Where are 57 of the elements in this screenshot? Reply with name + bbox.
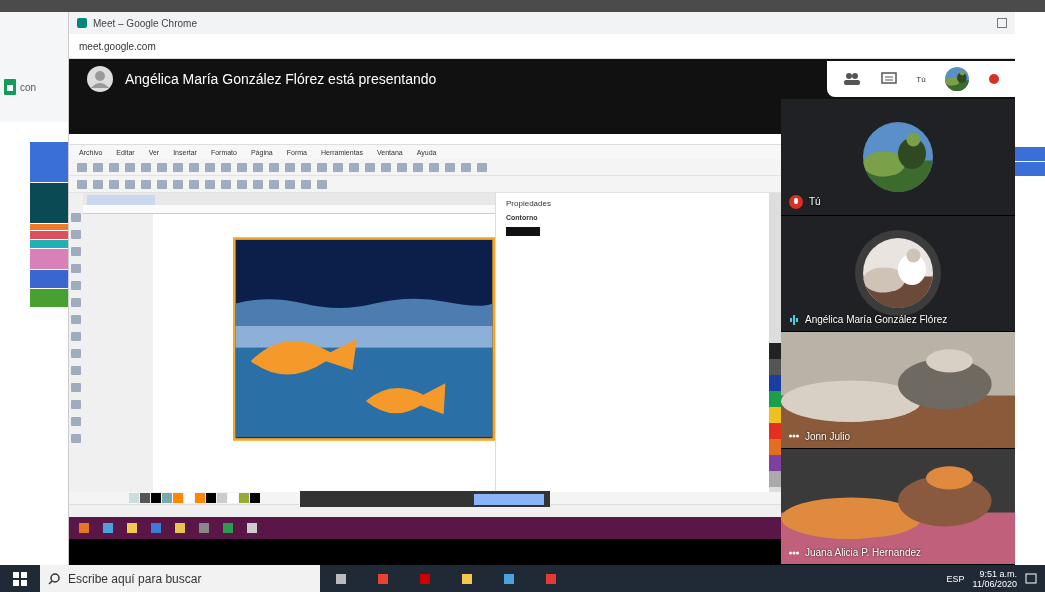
chat-icon[interactable] [880, 72, 897, 86]
palette-swatch[interactable] [206, 493, 216, 503]
panel-title: Propiedades [506, 199, 552, 208]
maximize-button[interactable] [997, 18, 1007, 28]
palette-swatch[interactable] [769, 359, 781, 375]
colored-cell [30, 142, 68, 182]
avatar-icon [87, 66, 113, 92]
colored-cell [30, 289, 68, 307]
mic-off-icon [789, 194, 803, 209]
presenter-label: Angélica María González Flórez está presentando [125, 71, 437, 87]
palette-swatch[interactable] [217, 493, 227, 503]
windows-icon[interactable] [13, 571, 27, 586]
palette-swatch[interactable] [769, 407, 781, 423]
self-label: Tú [916, 74, 926, 84]
palette-swatch[interactable] [769, 343, 781, 359]
palette-swatch[interactable] [769, 439, 781, 455]
audio-level-icon [789, 314, 799, 325]
palette-swatch[interactable] [769, 423, 781, 439]
colored-cell [30, 249, 68, 269]
meet-icon [77, 18, 87, 28]
clock-date: 11/06/2020 [972, 578, 1017, 589]
palette-swatch[interactable] [228, 493, 238, 503]
colored-cell [30, 183, 68, 223]
palette-swatch[interactable] [129, 493, 139, 503]
participant-name: Tú [809, 196, 821, 207]
palette-swatch[interactable] [151, 493, 161, 503]
file-name: con [20, 81, 37, 93]
search-field[interactable]: Escribe aquí para buscar [40, 565, 320, 592]
palette-swatch[interactable] [173, 493, 183, 503]
participant-name: Jonn Julio [805, 430, 851, 442]
palette-swatch[interactable] [184, 493, 194, 503]
toast-button[interactable] [474, 493, 544, 505]
participant-name: Angélica María González Flórez [805, 314, 948, 325]
search-icon [48, 572, 60, 585]
colored-cell [30, 270, 68, 288]
more-icon[interactable] [789, 434, 799, 438]
notification-icon[interactable] [1025, 572, 1037, 585]
participant-name: Juana Alicia P. Hernandez [805, 547, 921, 558]
people-icon[interactable] [842, 72, 861, 86]
palette-swatch[interactable] [195, 493, 205, 503]
spreadsheet-icon[interactable] [4, 79, 16, 95]
palette-swatch[interactable] [769, 455, 781, 471]
clock-time: 9:51 a.m. [979, 568, 1017, 579]
palette-swatch[interactable] [250, 493, 260, 503]
line-color-swatch[interactable] [506, 227, 540, 236]
colored-cell [1015, 147, 1045, 161]
palette-swatch[interactable] [140, 493, 150, 503]
palette-swatch[interactable] [239, 493, 249, 503]
palette-swatch[interactable] [769, 375, 781, 391]
language-indicator[interactable]: ESP [946, 573, 965, 584]
more-icon[interactable] [789, 550, 799, 555]
colored-cell [1015, 162, 1045, 176]
palette-swatch[interactable] [769, 391, 781, 407]
palette-swatch[interactable] [769, 471, 781, 487]
palette-swatch[interactable] [162, 493, 172, 503]
address-field[interactable]: meet.google.com [79, 40, 156, 52]
window-title: Meet – Google Chrome [93, 17, 198, 29]
